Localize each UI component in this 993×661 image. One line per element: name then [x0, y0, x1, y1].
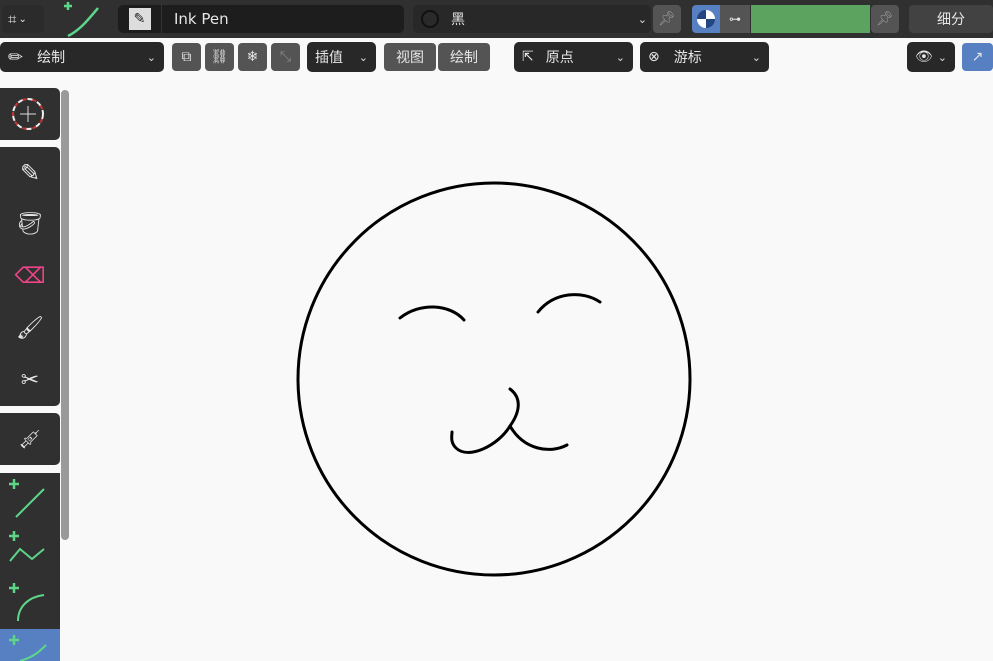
face-outline-stroke	[298, 183, 690, 575]
draw-label: 绘制	[450, 47, 478, 67]
curve-edit-icon: ⤡	[280, 49, 291, 65]
workspace-menu[interactable]: ⌗⌄	[2, 5, 44, 33]
color-swatch[interactable]	[751, 5, 870, 33]
material-icon	[697, 10, 715, 28]
chevron-down-icon: ⌄	[18, 14, 26, 25]
draw-menu[interactable]: 绘制	[438, 43, 490, 71]
chevron-down-icon: ⌄	[616, 51, 625, 64]
eraser-icon: ⌫	[14, 264, 45, 289]
subdivide-button[interactable]: 细分	[909, 5, 993, 33]
chevron-down-icon: ⌄	[938, 51, 947, 64]
line-tool[interactable]	[0, 473, 60, 525]
left-eye-stroke	[400, 307, 464, 320]
mode-dropdown[interactable]: ✏︎ 绘制 ⌄	[0, 42, 164, 72]
erase-tool[interactable]: ⌫	[0, 250, 60, 302]
viewport-canvas[interactable]	[70, 80, 993, 661]
color-mode-vertex-button[interactable]: ⊶	[720, 5, 750, 33]
pin-material-button[interactable]: 📌︎	[653, 5, 681, 33]
right-eye-stroke	[538, 295, 600, 312]
interpolate-label: 插值	[315, 47, 343, 67]
pencil-icon: ✏︎	[8, 47, 23, 68]
eyedropper-icon: 💉︎	[17, 427, 42, 451]
pin-icon: 📌︎	[658, 11, 676, 27]
curve-gizmo-icon: ↗	[972, 49, 984, 65]
chevron-down-icon: ⌄	[752, 51, 761, 64]
autolock-button[interactable]: ⛓	[205, 43, 234, 71]
brush-selector[interactable]: ✎ Ink Pen	[118, 5, 404, 33]
curve-edit-button[interactable]: ⤡	[271, 43, 300, 71]
placement-dropdown[interactable]: ⊗ 游标 ⌄	[640, 42, 769, 72]
curve-brush-icon[interactable]	[58, 0, 103, 38]
interpolate-dropdown[interactable]: 插值 ⌄	[307, 42, 376, 72]
pencil-icon: ✎	[20, 159, 40, 187]
origin-icon: ⇱	[522, 49, 534, 65]
visibility-dropdown[interactable]: 👁︎ ⌄	[907, 42, 955, 72]
snowflake-icon: ❄	[247, 49, 259, 65]
tint-tool[interactable]: 🖌︎	[0, 302, 60, 354]
cursor-icon	[0, 88, 60, 140]
color-mode-material-button[interactable]	[692, 5, 720, 33]
mode-label: 绘制	[37, 47, 65, 67]
cursor-label: 游标	[674, 47, 702, 67]
lock-layers-icon: ⛓	[211, 49, 229, 65]
eyedropper-tool[interactable]: 💉︎	[0, 413, 60, 465]
tint-brush-icon: 🖌︎	[16, 316, 44, 341]
bucket-icon: 🪣︎	[16, 212, 44, 237]
fill-tool[interactable]: 🪣︎	[0, 198, 60, 250]
chevron-down-icon: ⌄	[359, 51, 368, 64]
freeze-button[interactable]: ❄	[238, 43, 267, 71]
multiframe-button[interactable]: ⧉	[172, 43, 201, 71]
polyline-tool[interactable]	[0, 525, 60, 577]
brush-preview-icon: ✎	[118, 5, 162, 33]
material-sphere-icon	[421, 10, 439, 28]
eye-select-icon: 👁︎	[915, 49, 933, 65]
pin-icon: 📌︎	[876, 11, 894, 27]
mouth-left-stroke	[452, 389, 519, 452]
chevron-down-icon: ⌄	[638, 13, 647, 26]
cutter-tool[interactable]: ✂	[0, 354, 60, 406]
arc-tool[interactable]	[0, 577, 60, 629]
grid-icon: ⌗	[8, 10, 16, 28]
origin-label: 原点	[546, 47, 574, 67]
mouth-right-stroke	[510, 426, 567, 449]
subdivide-label: 细分	[937, 9, 965, 29]
toolbar-scrollbar[interactable]	[61, 90, 69, 540]
brush-name: Ink Pen	[174, 10, 229, 28]
chevron-down-icon: ⌄	[147, 51, 156, 64]
vertex-paint-icon: ⊶	[729, 12, 741, 26]
curve-tool[interactable]	[0, 629, 60, 661]
material-selector[interactable]: 黑 ⌄	[413, 5, 651, 33]
material-name: 黑	[451, 9, 465, 29]
multiframe-icon: ⧉	[182, 49, 192, 65]
cursor-tool[interactable]	[0, 88, 60, 140]
gizmo-toggle-button[interactable]: ↗	[962, 43, 993, 71]
pin-color-button[interactable]: 📌︎	[871, 5, 899, 33]
draw-tool[interactable]: ✎	[0, 147, 60, 198]
origin-dropdown[interactable]: ⇱ 原点 ⌄	[514, 42, 633, 72]
scissors-icon: ✂	[21, 368, 39, 393]
cursor-target-icon: ⊗	[648, 49, 660, 65]
view-label: 视图	[396, 47, 424, 67]
view-menu[interactable]: 视图	[384, 43, 436, 71]
